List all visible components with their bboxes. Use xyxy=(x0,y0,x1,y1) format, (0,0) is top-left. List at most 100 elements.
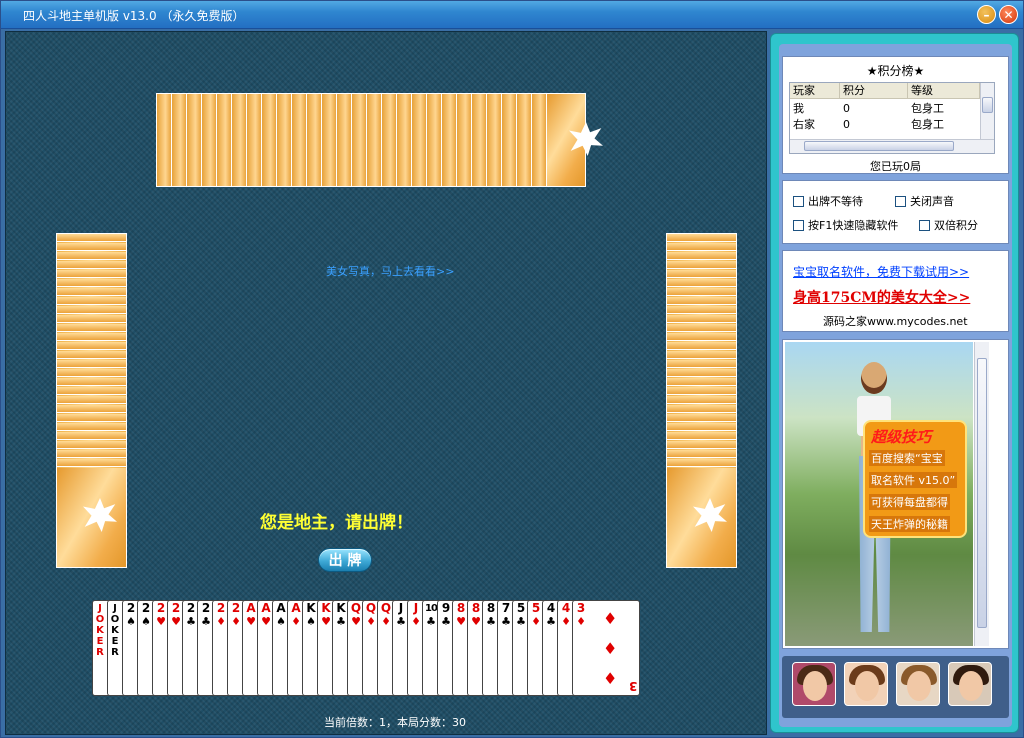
cell-player: 我 xyxy=(793,102,804,115)
scroll-thumb[interactable] xyxy=(982,97,993,113)
header-player[interactable]: 玩家 xyxy=(790,83,840,99)
card-back xyxy=(57,279,126,287)
card-suit-icon: ♣ xyxy=(516,615,526,628)
card-back xyxy=(667,342,736,350)
card-back xyxy=(667,423,736,431)
card-back xyxy=(667,261,736,269)
score-vertical-scrollbar[interactable] xyxy=(980,83,994,139)
card-suit-icon: ♥ xyxy=(321,615,331,628)
card-suit-icon: ♦ xyxy=(531,615,541,628)
card-rank: 8 xyxy=(486,601,496,615)
card-back xyxy=(667,234,736,242)
checkbox[interactable] xyxy=(793,219,804,231)
checkbox[interactable] xyxy=(895,195,906,207)
card-back xyxy=(57,333,126,341)
card-back xyxy=(667,450,736,458)
table-row: 右家 0 包身工 xyxy=(790,117,980,133)
card-suit-icon: ♠ xyxy=(126,615,136,628)
play-cards-button[interactable]: 出 牌 xyxy=(318,548,372,572)
card-rank: 2 xyxy=(231,601,241,615)
card-back xyxy=(57,306,126,314)
option-double-score[interactable]: 双倍积分 xyxy=(919,217,978,233)
checkbox[interactable] xyxy=(793,195,804,207)
card-rank: Q xyxy=(380,601,392,615)
card-back xyxy=(187,94,202,186)
card-rank: J xyxy=(413,601,419,615)
title-bar[interactable]: 四人斗地主单机版 v13.0 （永久免费版） – ✕ xyxy=(1,1,1023,29)
avatar[interactable] xyxy=(844,662,888,706)
minimize-button[interactable]: – xyxy=(977,5,996,24)
promo-link[interactable]: 美女写真，马上去看看>> xyxy=(326,263,454,279)
ad-link-naming-software[interactable]: 宝宝取名软件，免费下载试用>> xyxy=(793,263,969,280)
games-played: 您已玩0局 xyxy=(870,160,921,173)
option-label: 双倍积分 xyxy=(934,219,978,232)
card-back xyxy=(667,459,736,467)
card-rank: JOKER xyxy=(95,603,105,658)
card-suit-icon: ♥ xyxy=(351,615,361,628)
player-hand: J O K E R J O K E R 2 ♠ 2 ♠ 2 ♥ 2 ♥ 2 ♣ 2 ♣ 2 ♦ 2 ♦ A ♥ A ♥ A ♠ A ♦ K ♠ K ♥ K ♣… xyxy=(92,600,644,698)
card-back xyxy=(367,94,382,186)
score-table-header: 玩家 积分 等级 xyxy=(790,83,980,99)
card-back xyxy=(667,333,736,341)
card-back xyxy=(667,288,736,296)
score-horizontal-scrollbar[interactable] xyxy=(790,139,994,153)
avatar[interactable] xyxy=(792,662,836,706)
avatar[interactable] xyxy=(948,662,992,706)
card-suit-icon: ♥ xyxy=(171,615,181,628)
scroll-thumb[interactable] xyxy=(804,141,954,151)
card-suit-icon: ♦ xyxy=(231,615,241,628)
photo-scrollbar[interactable] xyxy=(974,342,989,646)
option-hide-f1[interactable]: 按F1快速隐藏软件 xyxy=(793,217,898,233)
card-suit-icon: ♥ xyxy=(261,615,271,628)
card-rank: Q xyxy=(365,601,377,615)
ad-link-beauties[interactable]: 身高175CM的美女大全>> xyxy=(793,287,970,307)
card-back xyxy=(667,270,736,278)
cell-score: 0 xyxy=(843,118,850,131)
card-back xyxy=(667,369,736,377)
card-back xyxy=(472,94,487,186)
card-back xyxy=(247,94,262,186)
card-back xyxy=(57,360,126,368)
option-no-wait[interactable]: 出牌不等待 xyxy=(793,193,863,209)
card-back xyxy=(667,306,736,314)
right-opponent-cards xyxy=(666,233,737,568)
card-suit-icon: ♦ xyxy=(216,615,226,628)
option-label: 出牌不等待 xyxy=(808,195,863,208)
card-back xyxy=(57,297,126,305)
card-back xyxy=(57,324,126,332)
close-button[interactable]: ✕ xyxy=(999,5,1018,24)
avatar[interactable] xyxy=(896,662,940,706)
card-rank: 2 xyxy=(201,601,211,615)
cell-level: 包身工 xyxy=(911,102,944,115)
card-suit-icon: ♣ xyxy=(336,615,346,628)
card-back xyxy=(57,315,126,323)
playing-card[interactable]: 3 ♦ ♦ ♦ ♦ 3 xyxy=(572,600,640,696)
model-photo[interactable]: 超级技巧 百度搜索“宝宝 取名软件 v15.0” 可获得每盘都得 天王炸弹的秘籍 xyxy=(785,342,973,646)
tips-card[interactable]: 超级技巧 百度搜索“宝宝 取名软件 v15.0” 可获得每盘都得 天王炸弹的秘籍 xyxy=(863,420,967,538)
header-level[interactable]: 等级 xyxy=(908,83,980,99)
scroll-thumb[interactable] xyxy=(977,358,987,628)
card-rank: 2 xyxy=(171,601,181,615)
game-board: 美女写真，马上去看看>> 您是地主，请出牌！ 出 牌 J O K E R J O K E R 2 ♠ 2… xyxy=(5,31,767,735)
header-score[interactable]: 积分 xyxy=(840,83,908,99)
card-suit-icon: ♥ xyxy=(156,615,166,628)
card-back xyxy=(667,360,736,368)
card-rank: 7 xyxy=(501,601,511,615)
option-mute[interactable]: 关闭声音 xyxy=(895,193,954,209)
card-back xyxy=(667,432,736,440)
card-rank: 8 xyxy=(456,601,466,615)
table-row: 我 0 包身工 xyxy=(790,101,980,117)
card-rank: A xyxy=(246,601,256,615)
card-back xyxy=(57,423,126,431)
game-status: 当前倍数：1，本局分数：30 xyxy=(324,716,466,729)
card-back xyxy=(277,94,292,186)
checkbox[interactable] xyxy=(919,219,930,231)
card-suit-icon: ♠ xyxy=(276,615,286,628)
avatar-face xyxy=(855,671,879,701)
avatar-bar xyxy=(782,656,1009,718)
card-pip-icon: ♦ xyxy=(603,639,618,658)
avatar-face xyxy=(803,671,827,701)
card-back xyxy=(57,459,126,467)
card-rank: K xyxy=(336,601,346,615)
card-suit-icon: ♦ xyxy=(291,615,301,628)
